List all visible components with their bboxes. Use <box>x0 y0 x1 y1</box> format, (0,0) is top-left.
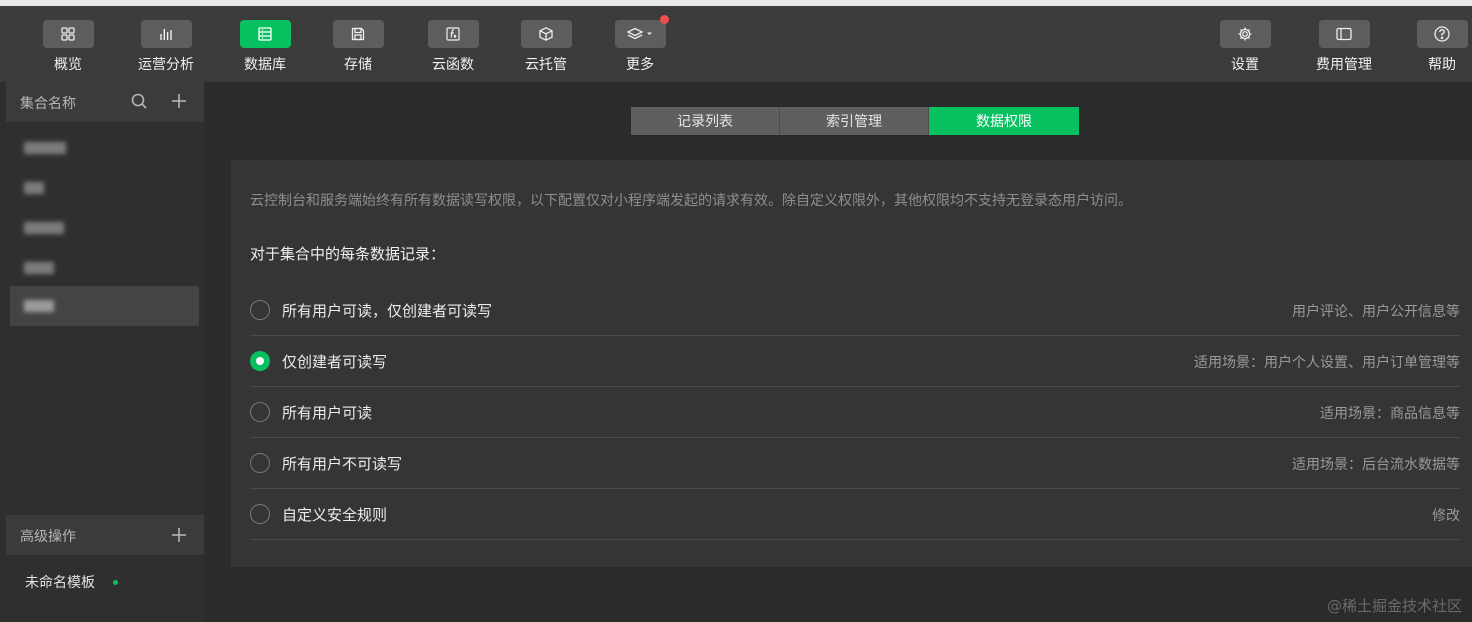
toolbar-billing-button[interactable]: 费用管理 <box>1308 20 1380 76</box>
radio-button[interactable] <box>250 504 270 524</box>
permissions-panel: 云控制台和服务端始终有所有数据读写权限，以下配置仅对小程序端发起的请求有效。除自… <box>231 160 1472 567</box>
collection-item[interactable] <box>10 208 199 248</box>
toolbar-help-button[interactable]: 帮助 <box>1406 20 1472 76</box>
section-title: 对于集合中的每条数据记录： <box>250 245 446 263</box>
collections-sidebar: 集合名称 高级操作 未命名模板 <box>0 82 205 622</box>
toolbar-label: 帮助 <box>1428 57 1456 73</box>
redacted-name <box>24 222 64 234</box>
template-item[interactable]: 未命名模板 <box>25 572 95 592</box>
function-icon <box>427 20 479 48</box>
permission-option-public-read-owner-write[interactable]: 所有用户可读，仅创建者可读写 用户评论、用户公开信息等 <box>250 285 1460 336</box>
toolbar-label: 更多 <box>626 57 654 73</box>
collection-item[interactable] <box>10 248 199 288</box>
permission-option-no-access[interactable]: 所有用户不可读写 适用场景：后台流水数据等 <box>250 438 1460 489</box>
watermark: @稀土掘金技术社区 <box>1326 597 1462 615</box>
permission-option-owner-only[interactable]: 仅创建者可读写 适用场景：用户个人设置、用户订单管理等 <box>250 336 1460 387</box>
toolbar-label: 存储 <box>344 57 372 73</box>
help-icon <box>1416 20 1468 48</box>
layers-icon <box>614 15 669 48</box>
radio-button-checked[interactable] <box>250 351 270 371</box>
tab-record-list[interactable]: 记录列表 <box>631 107 780 135</box>
toolbar-label: 设置 <box>1231 57 1259 73</box>
toolbar-label: 概览 <box>54 57 82 73</box>
notification-dot <box>659 15 669 24</box>
toolbar-storage-button[interactable]: 存储 <box>322 20 394 76</box>
advanced-title: 高级操作 <box>20 529 76 545</box>
cube-icon <box>520 20 572 48</box>
collection-item[interactable] <box>10 128 199 168</box>
radio-button[interactable] <box>250 453 270 473</box>
save-icon <box>332 20 384 48</box>
permission-option-custom-rules[interactable]: 自定义安全规则 修改 <box>250 489 1460 540</box>
collections-header: 集合名称 <box>6 82 204 122</box>
option-hint: 适用场景：商品信息等 <box>1320 406 1460 422</box>
tab-data-permissions[interactable]: 数据权限 <box>929 107 1079 135</box>
option-label: 所有用户不可读写 <box>282 455 403 473</box>
database-icon <box>239 20 291 48</box>
main-toolbar: 概览 运营分析 数据库 存储 云函数 云托管 更多 设置 费用管理 帮助 <box>0 6 1472 82</box>
radio-button[interactable] <box>250 300 270 320</box>
collections-title: 集合名称 <box>20 96 76 112</box>
search-icon[interactable] <box>130 92 148 110</box>
add-collection-icon[interactable] <box>170 92 188 110</box>
toolbar-overview-button[interactable]: 概览 <box>32 20 104 76</box>
redacted-name <box>24 300 54 312</box>
advanced-operations-header: 高级操作 <box>6 515 204 555</box>
toolbar-label: 云托管 <box>525 57 567 73</box>
toolbar-analytics-button[interactable]: 运营分析 <box>130 20 202 76</box>
collection-item-selected[interactable] <box>10 286 199 326</box>
option-label: 所有用户可读，仅创建者可读写 <box>282 302 493 320</box>
gear-icon <box>1219 20 1271 48</box>
toolbar-more-button[interactable]: 更多 <box>604 15 676 76</box>
toolbar-label: 费用管理 <box>1316 57 1372 73</box>
edit-rules-link[interactable]: 修改 <box>1432 505 1460 525</box>
option-hint: 适用场景：后台流水数据等 <box>1292 457 1460 473</box>
database-tabs: 记录列表 索引管理 数据权限 <box>631 107 1079 135</box>
grid-icon <box>42 20 94 48</box>
tab-index-management[interactable]: 索引管理 <box>780 107 929 135</box>
toolbar-label: 云函数 <box>432 57 474 73</box>
radio-button[interactable] <box>250 402 270 422</box>
collection-item[interactable] <box>10 168 199 208</box>
toolbar-settings-button[interactable]: 设置 <box>1209 20 1281 76</box>
toolbar-label: 数据库 <box>244 57 286 73</box>
toolbar-cloud-hosting-button[interactable]: 云托管 <box>510 20 582 76</box>
permission-option-public-read[interactable]: 所有用户可读 适用场景：商品信息等 <box>250 387 1460 438</box>
bar-chart-icon <box>140 20 192 48</box>
add-template-icon[interactable] <box>170 526 188 544</box>
toolbar-database-button[interactable]: 数据库 <box>229 20 301 76</box>
option-hint: 适用场景：用户个人设置、用户订单管理等 <box>1194 355 1460 371</box>
redacted-name <box>24 262 54 274</box>
template-status-dot <box>113 580 118 585</box>
option-hint: 用户评论、用户公开信息等 <box>1292 304 1460 320</box>
billing-icon <box>1318 20 1370 48</box>
redacted-name <box>24 142 66 154</box>
option-label: 自定义安全规则 <box>282 506 388 524</box>
option-label: 所有用户可读 <box>282 404 373 422</box>
toolbar-cloud-function-button[interactable]: 云函数 <box>417 20 489 76</box>
redacted-name <box>24 182 44 194</box>
permissions-notice: 云控制台和服务端始终有所有数据读写权限，以下配置仅对小程序端发起的请求有效。除自… <box>250 193 1132 209</box>
toolbar-label: 运营分析 <box>138 57 194 73</box>
option-label: 仅创建者可读写 <box>282 353 388 371</box>
